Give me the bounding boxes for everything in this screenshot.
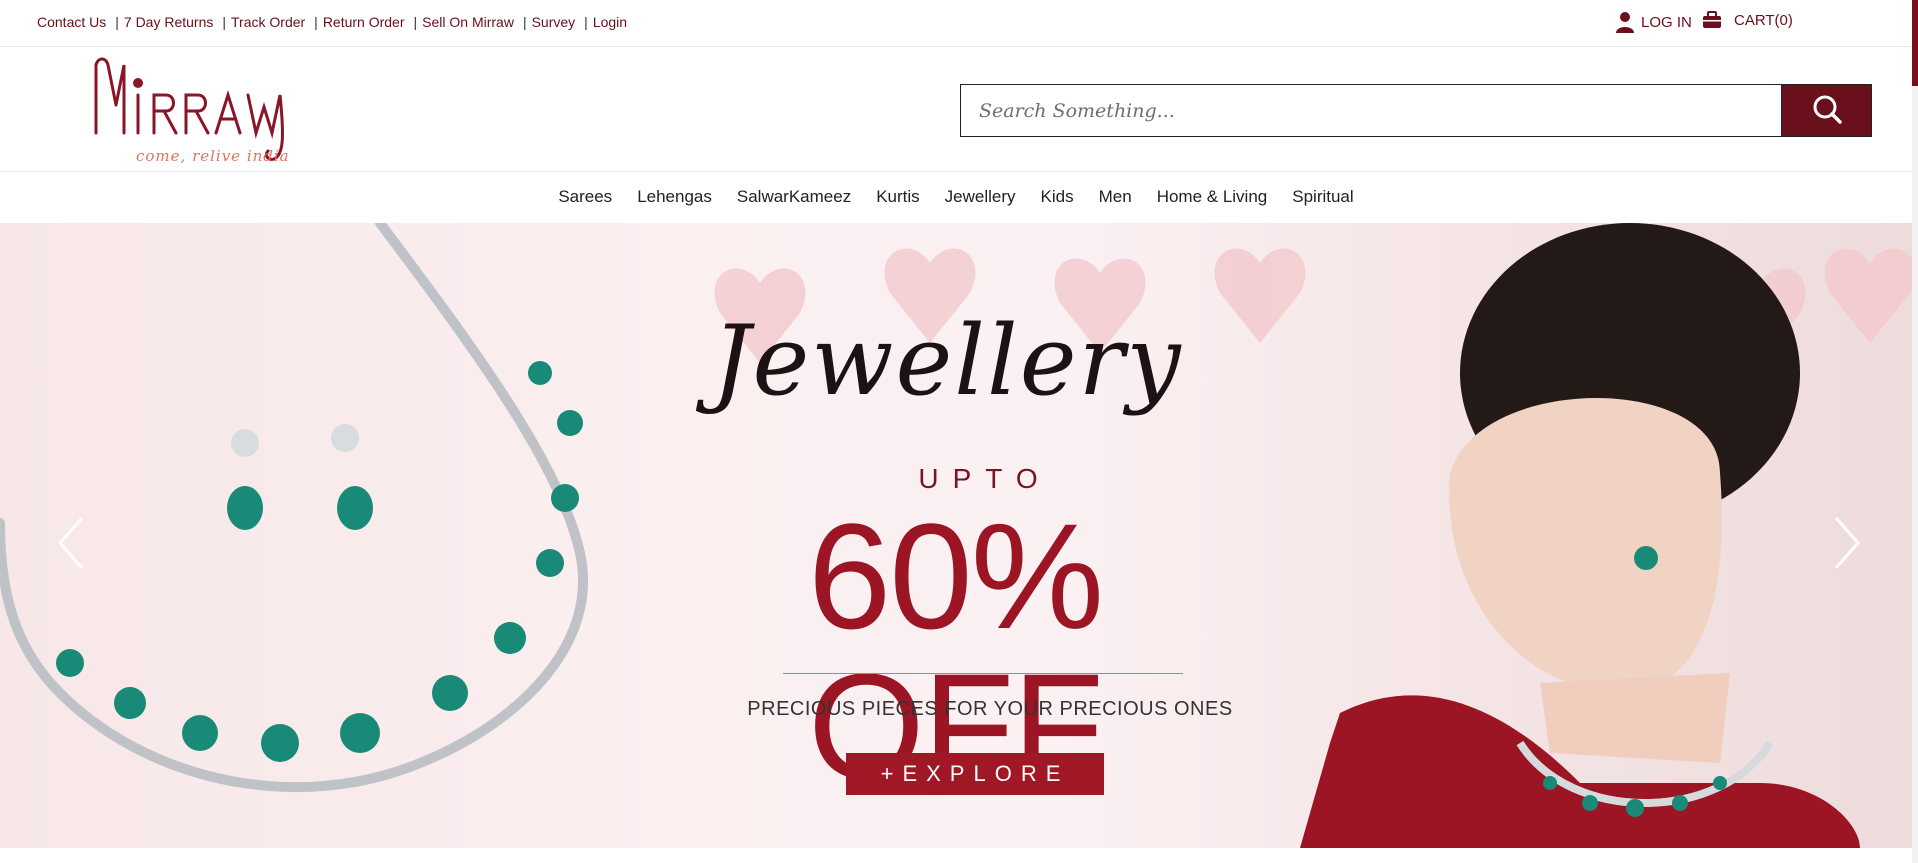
cart-button[interactable]: CART(0): [1702, 11, 1793, 29]
utility-bar: Contact Us | 7 Day Returns | Track Order | Ret…: [0, 0, 1912, 47]
promo-script-title: Jewellery: [712, 305, 1183, 417]
divider: [783, 673, 1183, 674]
carousel-next-button[interactable]: [1826, 508, 1866, 578]
category-nav: Sarees Lehengas SalwarKameez Kurtis Jewe…: [0, 172, 1912, 222]
login-button[interactable]: LOG IN: [1615, 11, 1692, 33]
search-icon: [1811, 93, 1843, 128]
scrollbar[interactable]: [1912, 0, 1918, 863]
promo-tagline: PRECIOUS PIECES FOR YOUR PRECIOUS ONES: [747, 698, 1233, 720]
nav-item-jewellery[interactable]: Jewellery: [932, 187, 1028, 207]
contact-us-link[interactable]: Contact Us: [37, 14, 106, 30]
cart-icon: [1702, 11, 1722, 29]
separator: |: [222, 14, 227, 30]
search-input[interactable]: [960, 84, 1781, 137]
promo-content: Jewellery UPTO 60% OFF PRECIOUS PIECES F…: [660, 223, 1280, 848]
sell-on-mirraw-link[interactable]: Sell On Mirraw: [422, 14, 514, 30]
chevron-right-icon: [1834, 517, 1860, 569]
cart-label: CART(0): [1734, 11, 1793, 29]
model-image: [1300, 223, 1860, 848]
site-header: come, relive india: [0, 47, 1912, 172]
login-link[interactable]: Login: [593, 14, 627, 30]
logo-tagline: come, relive india: [136, 147, 290, 165]
nav-item-kurtis[interactable]: Kurtis: [864, 187, 932, 207]
chevron-left-icon: [58, 517, 84, 569]
nav-item-sarees[interactable]: Sarees: [546, 187, 625, 207]
user-icon: [1615, 11, 1635, 33]
login-label: LOG IN: [1641, 13, 1692, 31]
nav-item-salwarkameez[interactable]: SalwarKameez: [724, 187, 863, 207]
search-bar: [960, 84, 1872, 137]
necklace-product-image: [0, 223, 589, 793]
scrollbar-thumb[interactable]: [1912, 0, 1918, 86]
survey-link[interactable]: Survey: [532, 14, 576, 30]
separator: |: [314, 14, 318, 30]
track-order-link[interactable]: Track Order: [231, 14, 305, 30]
promo-upto: UPTO: [918, 463, 1052, 494]
carousel-prev-button[interactable]: [52, 508, 92, 578]
nav-item-lehengas[interactable]: Lehengas: [625, 187, 725, 207]
nav-item-home-living[interactable]: Home & Living: [1144, 187, 1280, 207]
nav-item-men[interactable]: Men: [1086, 187, 1144, 207]
nav-item-spiritual[interactable]: Spiritual: [1280, 187, 1366, 207]
mirraw-logo[interactable]: come, relive india: [88, 55, 328, 165]
separator: |: [413, 14, 418, 30]
separator: |: [522, 14, 527, 30]
return-order-link[interactable]: Return Order: [323, 14, 405, 30]
nav-item-kids[interactable]: Kids: [1028, 187, 1086, 207]
hero-banner[interactable]: Jewellery UPTO 60% OFF PRECIOUS PIECES F…: [0, 223, 1912, 848]
separator: |: [584, 14, 588, 30]
utility-links: Contact Us | 7 Day Returns | Track Order | Ret…: [37, 14, 627, 30]
returns-link[interactable]: 7 Day Returns: [124, 14, 213, 30]
separator: |: [115, 14, 119, 30]
search-button[interactable]: [1781, 84, 1872, 137]
explore-button[interactable]: +EXPLORE: [846, 753, 1104, 795]
